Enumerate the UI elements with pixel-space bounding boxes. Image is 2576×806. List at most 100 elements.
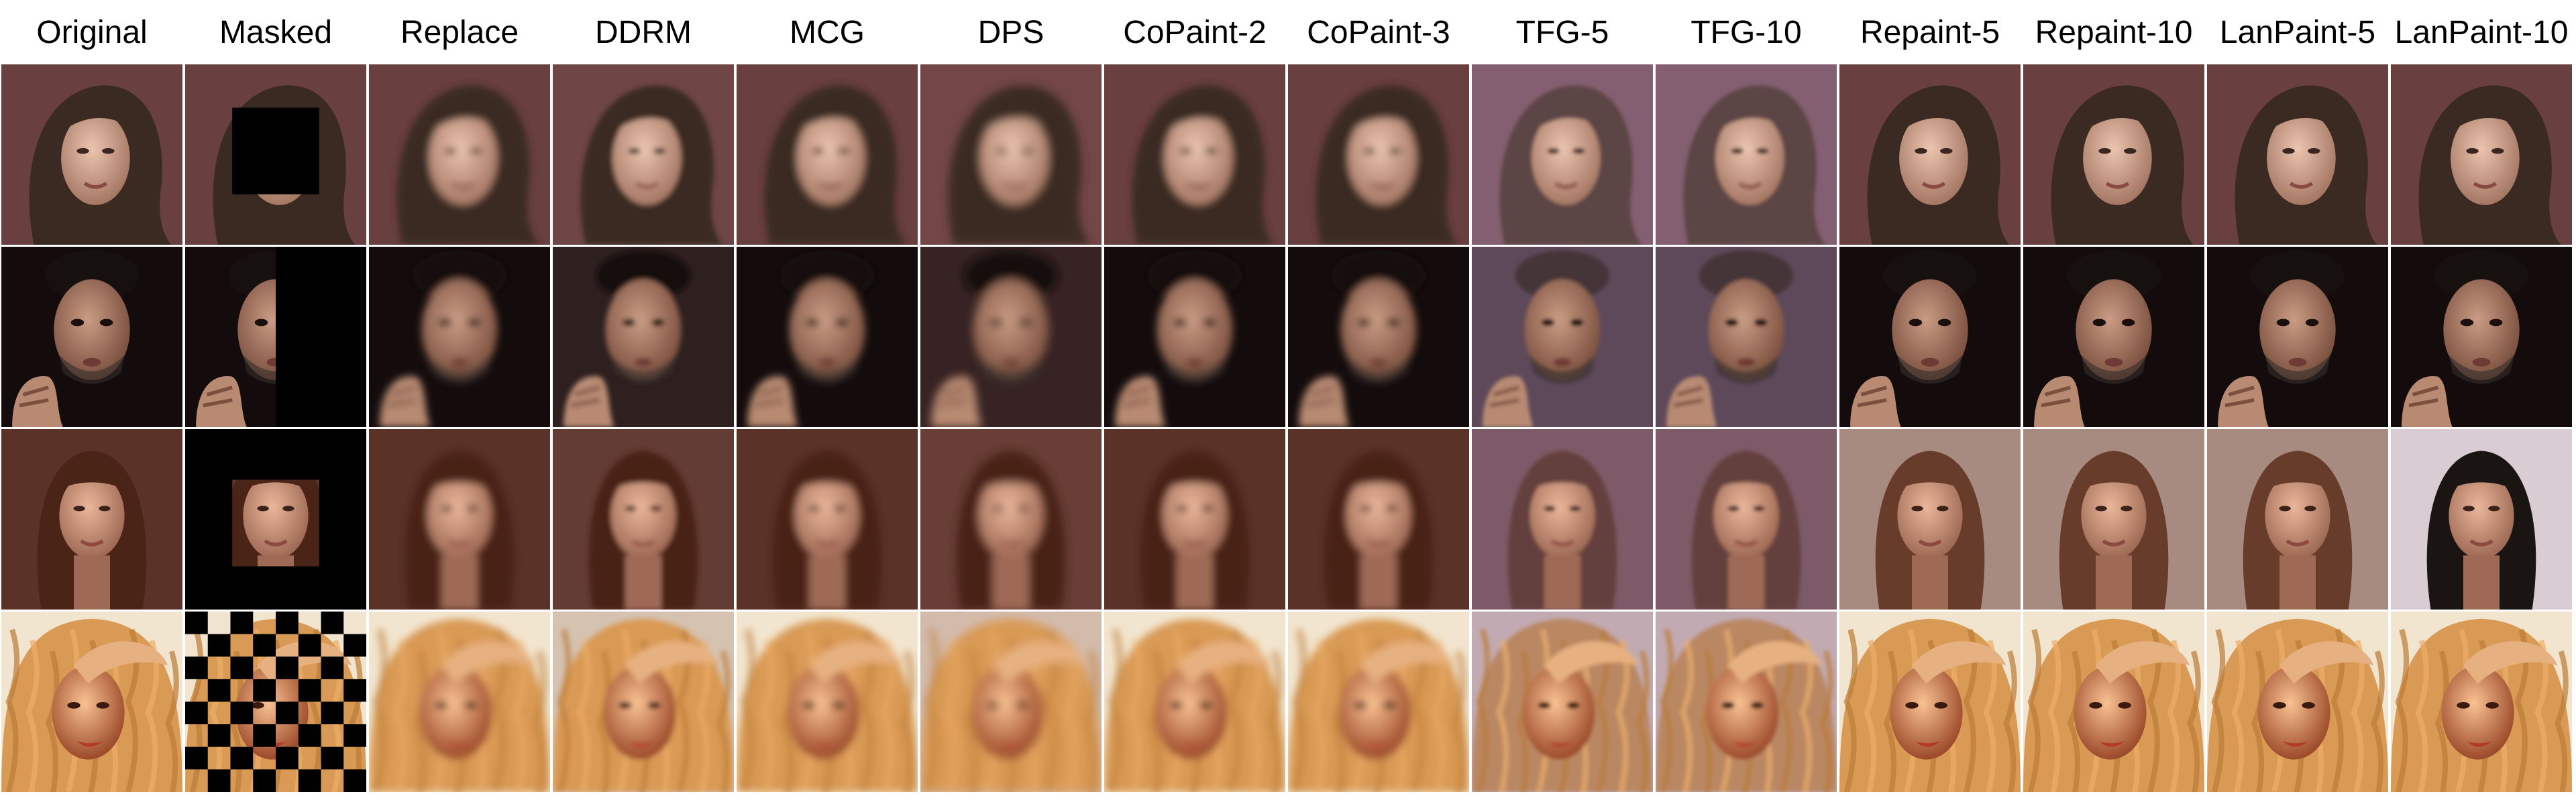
thumbnail-row3-copaint-3 [1288, 429, 1469, 610]
thumbnail-row3-tfg-5 [1472, 429, 1653, 610]
portrait-image [1288, 247, 1469, 427]
column-label-tfg-5: TFG-5 [1515, 15, 1609, 50]
thumbnail-row1-lanpaint-10 [2391, 64, 2572, 245]
thumbnail-row1-ddrm [553, 64, 734, 245]
portrait-image [920, 612, 1102, 792]
portrait-image [553, 64, 734, 245]
thumbnail-row2-tfg-5 [1472, 247, 1653, 427]
portrait-image [2207, 429, 2388, 610]
portrait-image [369, 64, 550, 245]
portrait-image [369, 612, 550, 792]
portrait-image [1656, 247, 1837, 427]
portrait-image [369, 247, 550, 427]
portrait-image [2207, 64, 2388, 245]
thumbnail-row4-copaint-2 [1104, 612, 1285, 792]
thumbnail-row1-mcg [737, 64, 918, 245]
thumbnail-row4-replace [369, 612, 550, 792]
portrait-image [185, 612, 366, 792]
portrait-image [1839, 64, 2021, 245]
portrait-image [1104, 429, 1285, 610]
portrait-image [737, 64, 918, 245]
portrait-image [1656, 612, 1837, 792]
portrait-image [1656, 429, 1837, 610]
image-grid [0, 64, 2576, 806]
thumbnail-row4-ddrm [553, 612, 734, 792]
thumbnail-row1-original [1, 64, 182, 245]
portrait-image [1104, 612, 1285, 792]
thumbnail-row3-mcg [737, 429, 918, 610]
portrait-image [737, 612, 918, 792]
column-label-lanpaint-10: LanPaint-10 [2394, 15, 2569, 50]
portrait-image [2207, 247, 2388, 427]
portrait-image [1, 64, 182, 245]
thumbnail-row2-ddrm [553, 247, 734, 427]
thumbnail-row2-copaint-3 [1288, 247, 1469, 427]
column-header-row: Original Masked Replace DDRM MCG DPS CoPaint-2… [0, 0, 2576, 64]
thumbnail-row4-tfg-10 [1656, 612, 1837, 792]
thumbnail-row1-copaint-2 [1104, 64, 1285, 245]
portrait-image [1104, 247, 1285, 427]
portrait-image [2391, 64, 2572, 245]
portrait-image [2023, 247, 2204, 427]
thumbnail-row3-replace [369, 429, 550, 610]
column-label-masked: Masked [219, 15, 333, 50]
portrait-image [2391, 612, 2572, 792]
portrait-image [920, 429, 1102, 610]
portrait-image [2391, 247, 2572, 427]
column-label-tfg-10: TFG-10 [1690, 15, 1802, 50]
thumbnail-row2-masked [185, 247, 366, 427]
thumbnail-row1-lanpaint-5 [2207, 64, 2388, 245]
thumbnail-row3-repaint-5 [1839, 429, 2021, 610]
thumbnail-row3-masked [185, 429, 366, 610]
column-label-original: Original [36, 15, 148, 50]
thumbnail-row1-copaint-3 [1288, 64, 1469, 245]
portrait-image [553, 247, 734, 427]
thumbnail-row2-repaint-5 [1839, 247, 2021, 427]
thumbnail-row2-dps [920, 247, 1102, 427]
thumbnail-row1-repaint-10 [2023, 64, 2204, 245]
thumbnail-row4-lanpaint-5 [2207, 612, 2388, 792]
thumbnail-row3-lanpaint-10 [2391, 429, 2572, 610]
thumbnail-row3-ddrm [553, 429, 734, 610]
thumbnail-row1-dps [920, 64, 1102, 245]
portrait-image [185, 247, 366, 427]
thumbnail-row1-tfg-10 [1656, 64, 1837, 245]
thumbnail-row2-original [1, 247, 182, 427]
portrait-image [185, 429, 366, 610]
thumbnail-row2-repaint-10 [2023, 247, 2204, 427]
portrait-image [1288, 612, 1469, 792]
column-label-mcg: MCG [790, 15, 865, 50]
thumbnail-row2-lanpaint-10 [2391, 247, 2572, 427]
thumbnail-row4-repaint-5 [1839, 612, 2021, 792]
portrait-image [1839, 612, 2021, 792]
thumbnail-row4-masked [185, 612, 366, 792]
column-label-ddrm: DDRM [595, 15, 692, 50]
thumbnail-row2-replace [369, 247, 550, 427]
thumbnail-row4-repaint-10 [2023, 612, 2204, 792]
portrait-image [2023, 64, 2204, 245]
thumbnail-row4-tfg-5 [1472, 612, 1653, 792]
portrait-image [553, 612, 734, 792]
portrait-image [2023, 612, 2204, 792]
thumbnail-row1-tfg-5 [1472, 64, 1653, 245]
portrait-image [2023, 429, 2204, 610]
thumbnail-row1-repaint-5 [1839, 64, 2021, 245]
portrait-image [185, 64, 366, 245]
portrait-image [1656, 64, 1837, 245]
portrait-image [1472, 247, 1653, 427]
thumbnail-row4-lanpaint-10 [2391, 612, 2572, 792]
thumbnail-row2-lanpaint-5 [2207, 247, 2388, 427]
thumbnail-row4-mcg [737, 612, 918, 792]
portrait-image [737, 247, 918, 427]
portrait-image [1288, 64, 1469, 245]
portrait-image [1, 612, 182, 792]
column-label-replace: Replace [400, 15, 519, 50]
inpainting-comparison-figure: Original Masked Replace DDRM MCG DPS CoPaint-2… [0, 0, 2576, 806]
portrait-image [369, 429, 550, 610]
thumbnail-row4-copaint-3 [1288, 612, 1469, 792]
thumbnail-row4-original [1, 612, 182, 792]
thumbnail-row2-copaint-2 [1104, 247, 1285, 427]
column-label-repaint-10: Repaint-10 [2035, 15, 2193, 50]
portrait-image [1839, 429, 2021, 610]
portrait-image [1839, 247, 2021, 427]
